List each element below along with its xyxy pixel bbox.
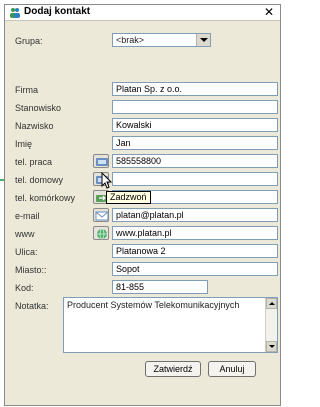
position-field[interactable] (112, 100, 278, 114)
work-phone-label: tel. praca (15, 157, 53, 167)
street-field[interactable]: Platanowa 2 (112, 244, 278, 258)
chevron-down-icon[interactable] (196, 34, 210, 46)
window-title: Dodaj kontakt (24, 6, 91, 17)
notes-textarea[interactable]: Producent Systemów Telekomunikacyjnych (63, 297, 278, 353)
phone-call-icon[interactable] (93, 154, 109, 168)
mouse-cursor-icon (101, 171, 113, 190)
position-label: Stanowisko (15, 103, 62, 113)
city-label: Miasto:: (15, 265, 47, 275)
notes-label: Notatka: (15, 301, 49, 311)
notes-scrollbar[interactable] (265, 298, 277, 352)
company-field[interactable]: Platan Sp. z o.o. (112, 82, 278, 96)
email-field[interactable]: platan@platan.pl (112, 208, 278, 222)
home-phone-field[interactable] (112, 172, 278, 186)
title-bar: Dodaj kontakt ✕ (5, 5, 280, 21)
globe-icon[interactable] (93, 226, 109, 240)
email-label: e-mail (15, 211, 40, 221)
first-name-field[interactable]: Jan (112, 136, 278, 150)
envelope-icon[interactable] (93, 208, 109, 222)
add-contact-dialog: Dodaj kontakt ✕ Grupa: <brak> Firma Plat… (4, 4, 281, 406)
postal-code-field[interactable]: 81-855 (112, 280, 208, 294)
company-label: Firma (15, 85, 38, 95)
close-button[interactable]: ✕ (263, 5, 275, 19)
home-phone-label: tel. domowy (15, 175, 64, 185)
scroll-up-icon[interactable] (266, 298, 277, 309)
city-field[interactable]: Sopot (112, 262, 278, 276)
scroll-down-icon[interactable] (266, 341, 277, 352)
www-field[interactable]: www.platan.pl (112, 226, 278, 240)
mobile-phone-label: tel. komórkowy (15, 193, 76, 203)
postal-code-label: Kod: (15, 283, 34, 293)
notes-text: Producent Systemów Telekomunikacyjnych (67, 300, 240, 310)
last-name-field[interactable]: Kowalski (112, 118, 278, 132)
confirm-button[interactable]: Zatwierdź (145, 361, 201, 377)
call-tooltip: Zadzwoń (106, 191, 151, 204)
cancel-button[interactable]: Anuluj (208, 361, 256, 377)
first-name-label: Imię (15, 139, 33, 149)
group-label: Grupa: (15, 36, 43, 46)
last-name-label: Nazwisko (15, 121, 54, 131)
group-select[interactable]: <brak> (112, 33, 211, 47)
street-label: Ulica: (15, 247, 38, 257)
work-phone-field[interactable]: 585558800 (112, 154, 278, 168)
group-select-value: <brak> (116, 35, 145, 45)
contacts-icon (9, 7, 21, 19)
www-label: www (15, 229, 35, 239)
